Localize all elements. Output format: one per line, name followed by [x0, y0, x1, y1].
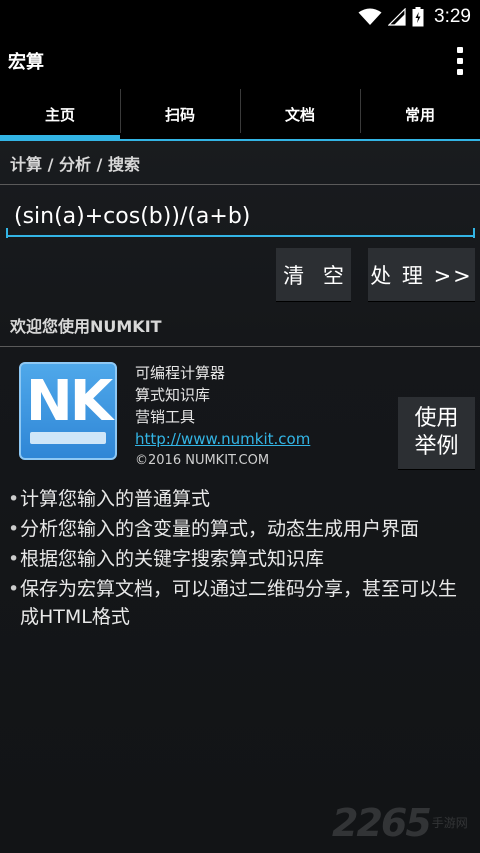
calc-section-header: 计算 / 分析 / 搜索	[0, 148, 480, 185]
welcome-section-header: 欢迎您使用NUMKIT	[0, 308, 480, 347]
list-item: • 根据您输入的关键字搜索算式知识库	[8, 548, 325, 570]
tab-home[interactable]: 主页	[0, 89, 120, 141]
clock: 3:29	[434, 5, 471, 27]
wifi-icon	[358, 8, 382, 25]
list-item: • 分析您输入的含变量的算式，动态生成用户界面	[8, 518, 420, 540]
website-link[interactable]: http://www.numkit.com	[135, 428, 310, 450]
watermark-text: 手游网	[431, 816, 468, 830]
tab-scan[interactable]: 扫码	[120, 89, 240, 139]
status-bar: 3:29	[0, 0, 480, 33]
info-line-knowledge-base: 算式知识库	[135, 386, 211, 404]
examples-label-line1: 使用	[414, 406, 459, 431]
watermark: 2265 手游网	[332, 800, 478, 846]
copyright-text: ©2016 NUMKIT.COM	[135, 453, 270, 468]
process-button[interactable]: 处 理 >>	[368, 248, 475, 301]
examples-label-line2: 举例	[414, 434, 459, 459]
logo-bar	[30, 432, 106, 444]
numkit-logo: NK	[19, 362, 117, 460]
action-bar: 宏算	[0, 33, 480, 89]
examples-button[interactable]: 使用 举例	[398, 397, 475, 469]
formula-input[interactable]	[6, 197, 475, 237]
battery-icon	[412, 6, 424, 26]
tab-documents[interactable]: 文档	[240, 89, 360, 139]
info-line-marketing: 营销工具	[135, 408, 196, 426]
logo-text: NK	[25, 369, 113, 434]
info-line-calculator: 可编程计算器	[135, 364, 226, 382]
clear-button[interactable]: 清 空	[276, 248, 351, 301]
signal-icon	[388, 7, 406, 26]
tab-favorites[interactable]: 常用	[360, 89, 480, 139]
tab-bar: 主页 扫码 文档 常用	[0, 89, 480, 141]
list-item: • 计算您输入的普通算式	[8, 488, 211, 510]
list-item: • 保存为宏算文档，可以通过二维码分享，甚至可以生成HTML格式	[8, 578, 458, 628]
more-vert-icon[interactable]	[450, 41, 470, 81]
feature-list: • 计算您输入的普通算式 • 分析您输入的含变量的算式，动态生成用户界面 • 根…	[8, 485, 474, 633]
app-info: 可编程计算器 算式知识库 营销工具 http://www.numkit.com …	[135, 362, 310, 472]
app-title: 宏算	[8, 52, 44, 73]
watermark-number: 2265	[332, 801, 432, 845]
